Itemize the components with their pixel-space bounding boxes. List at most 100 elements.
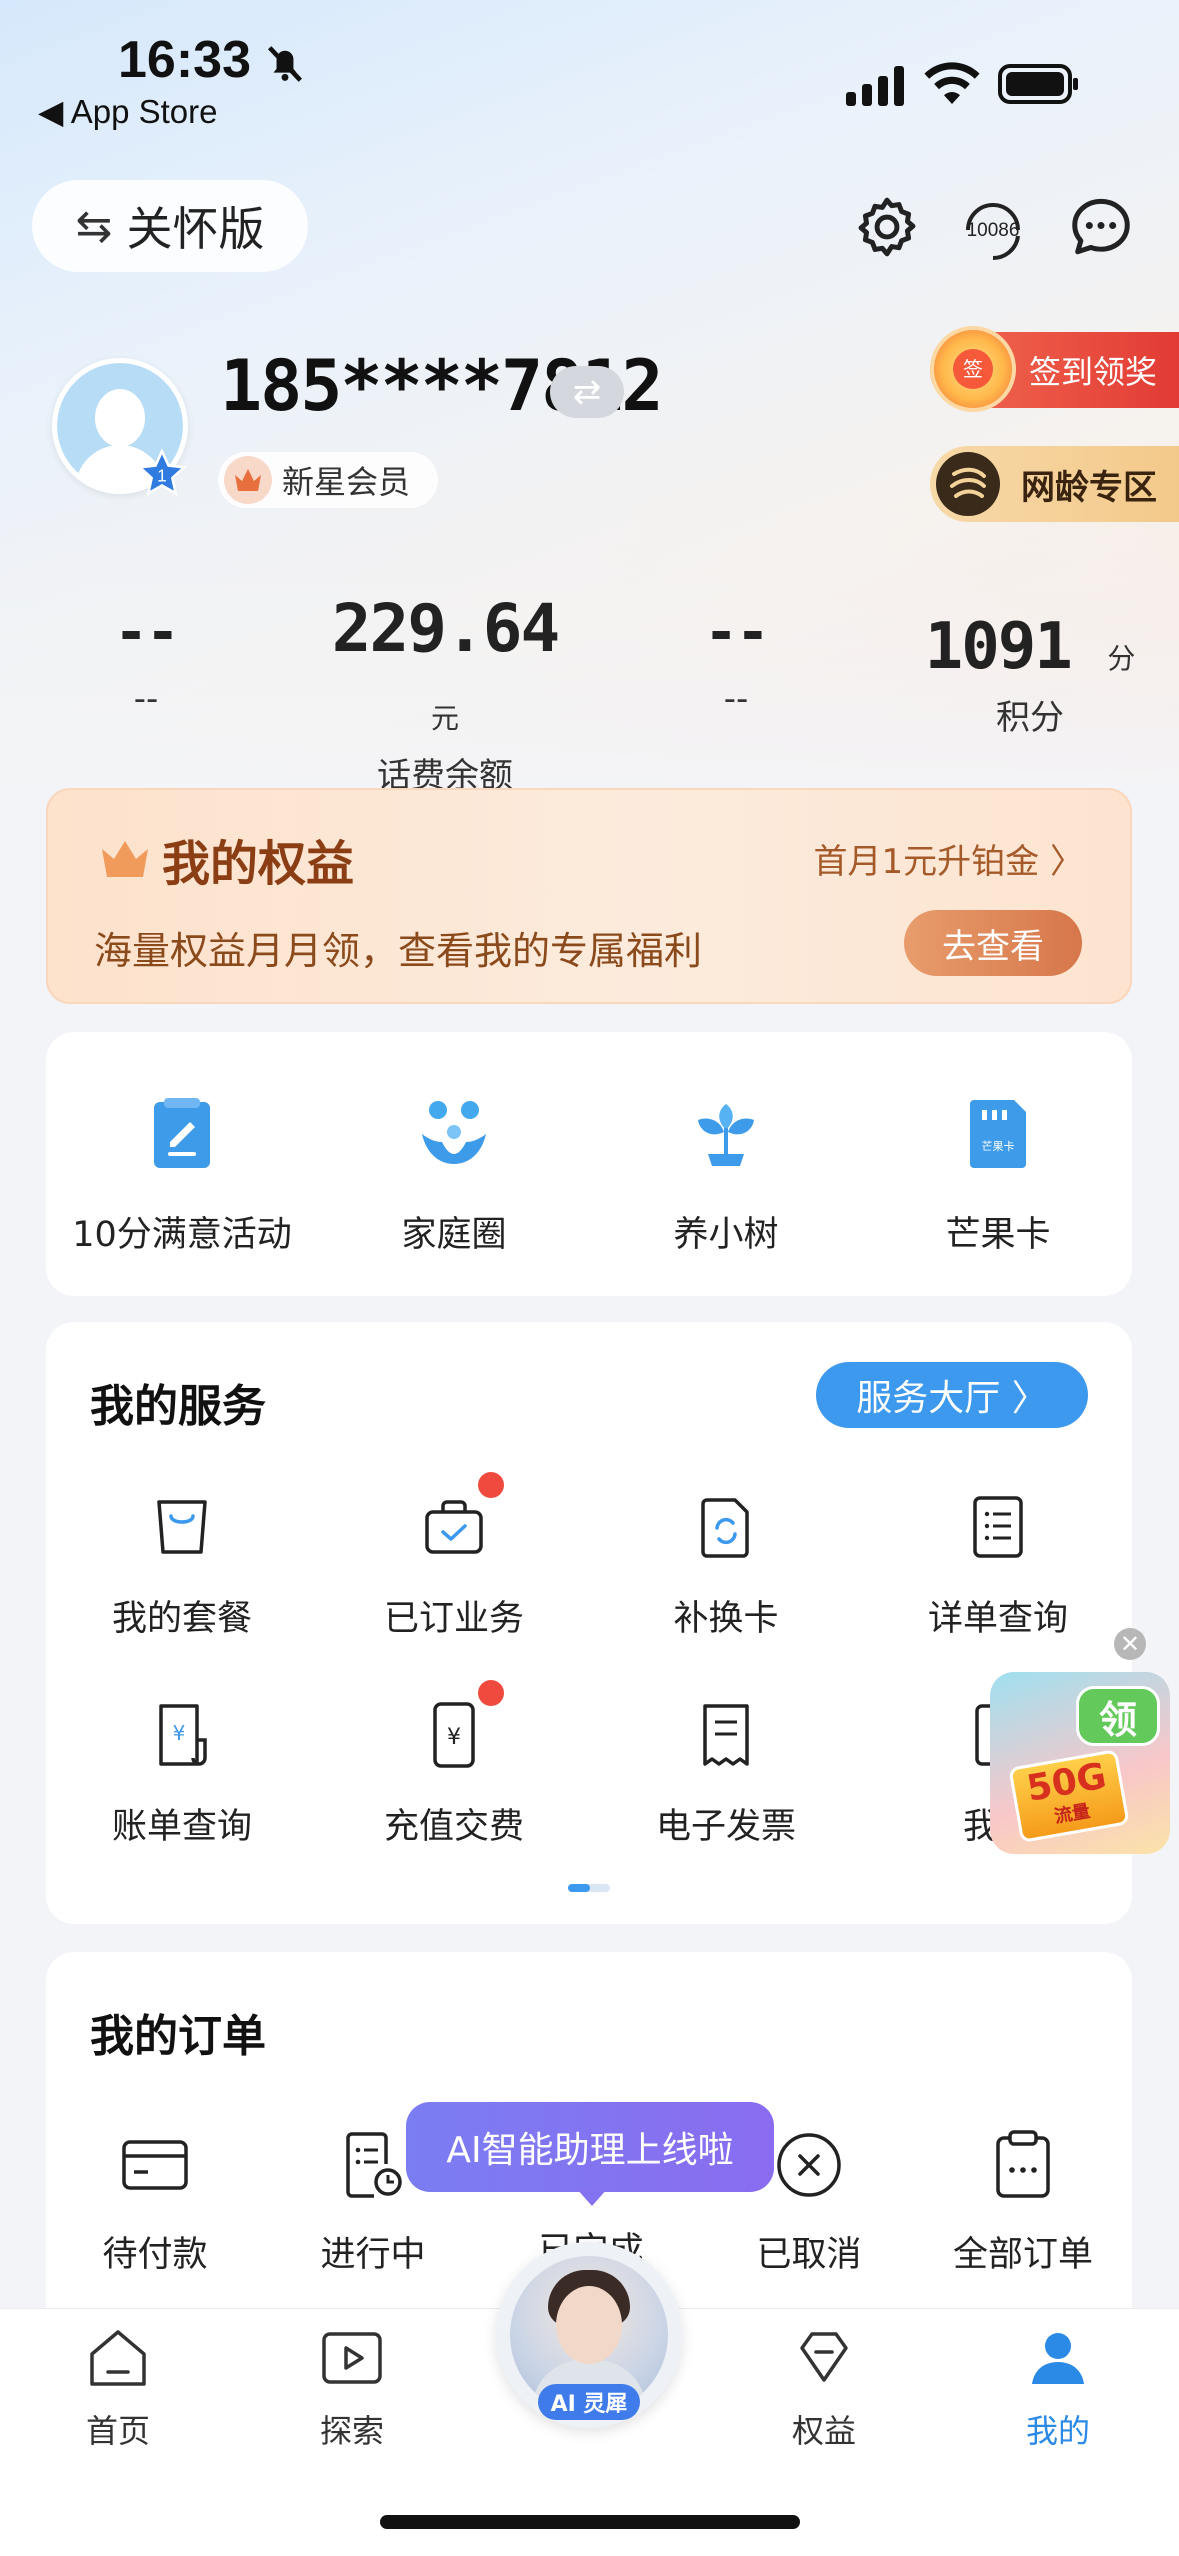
stat-points[interactable]: 1091 分 积分 — [920, 610, 1140, 739]
stat-balance[interactable]: 229.64 元 话费余额 — [300, 590, 590, 797]
service-recharge[interactable]: ¥ 充值交费 — [318, 1680, 590, 1849]
tile-grow-tree[interactable]: 养小树 — [590, 1092, 862, 1257]
service-hall-button[interactable]: 服务大厅 〉 — [816, 1362, 1088, 1428]
service-replace-sim[interactable]: 补换卡 — [590, 1492, 862, 1641]
sim-swap-icon — [701, 1498, 749, 1558]
order-label: 已取消 — [756, 2235, 862, 2275]
notification-dot — [478, 1680, 504, 1706]
sign-medal-text: 签 — [963, 357, 983, 381]
tooltip-tail — [576, 2188, 608, 2206]
tab-explore[interactable]: 探索 — [252, 2322, 452, 2452]
status-time: 16:33 — [118, 31, 251, 89]
order-all[interactable]: 全部订单 — [914, 2128, 1132, 2277]
tile-label: 芒果卡 — [945, 1215, 1051, 1255]
china-mobile-logo-icon — [936, 452, 1000, 516]
bell-muted-icon — [267, 46, 303, 82]
order-label: 全部订单 — [952, 2235, 1093, 2275]
service-bill-query[interactable]: ¥ 账单查询 — [46, 1700, 318, 1849]
services-title: 我的服务 — [90, 1381, 266, 1432]
close-ad-icon[interactable]: ✕ — [1114, 1628, 1146, 1660]
list-doc-icon — [973, 1496, 1023, 1558]
service-label: 电子发票 — [655, 1807, 796, 1847]
my-benefits-card[interactable]: 我的权益 首月1元升铂金 〉 海量权益月月领，查看我的专属福利 去查看 — [46, 788, 1132, 1004]
member-badge[interactable]: 新星会员 — [218, 452, 438, 508]
points-unit: 分 — [1107, 642, 1136, 675]
tab-benefits[interactable]: 权益 — [724, 2322, 924, 2452]
ai-assistant-label: AI 灵犀 — [538, 2384, 640, 2420]
home-indicator — [380, 2515, 800, 2529]
doc-clock-icon — [346, 2132, 402, 2198]
platinum-upgrade-link[interactable]: 首月1元升铂金 〉 — [814, 834, 1084, 883]
cancel-circle-icon — [777, 2133, 841, 2197]
signal-icon — [846, 66, 904, 106]
tab-label: 首页 — [85, 2412, 150, 2450]
level-number: 1 — [157, 466, 167, 486]
tile-family[interactable]: 家庭圈 — [318, 1092, 590, 1257]
level-star-icon: 1 — [136, 448, 188, 496]
order-label: 待付款 — [102, 2235, 208, 2275]
clipboard-icon — [996, 2130, 1050, 2198]
tab-label: 权益 — [791, 2412, 856, 2450]
family-icon — [422, 1101, 486, 1164]
customer-service-icon[interactable]: 10086 — [958, 192, 1028, 262]
tab-mine[interactable]: 我的 — [958, 2322, 1158, 2452]
page-indicator-active — [568, 1884, 590, 1892]
tile-label: 家庭圈 — [401, 1215, 507, 1255]
play-icon — [322, 2332, 382, 2384]
stat-label: -- — [133, 679, 159, 719]
floating-data-ad[interactable]: 领 50G 流量 — [990, 1672, 1170, 1854]
svg-text:¥: ¥ — [447, 1725, 461, 1750]
service-label: 账单查询 — [111, 1807, 252, 1847]
notification-dot — [478, 1472, 504, 1498]
sim-card-icon: 芒果卡 — [970, 1100, 1026, 1168]
tile-mango-card[interactable]: 芒果卡 芒果卡 — [862, 1092, 1134, 1257]
my-services-card: 我的服务 服务大厅 〉 我的套餐 已订业务 补换卡 详单查询 ¥ 账单查询 ¥ … — [46, 1322, 1132, 1924]
crown-icon — [102, 841, 148, 877]
service-detail-query[interactable]: 详单查询 — [862, 1492, 1134, 1641]
stat-item-1[interactable]: -- -- — [66, 600, 226, 719]
points-label: 积分 — [996, 698, 1064, 738]
benefits-subtitle: 海量权益月月领，查看我的专属福利 — [94, 929, 703, 973]
card-icon — [122, 2140, 188, 2190]
svg-text:¥: ¥ — [173, 1721, 186, 1745]
switch-arrows-icon: ⇆ — [75, 200, 113, 252]
shopping-bag-icon — [157, 1500, 207, 1554]
stat-value: -- — [114, 600, 179, 665]
settings-gear-icon[interactable] — [852, 192, 922, 262]
claim-badge: 领 — [1076, 1686, 1160, 1746]
view-benefits-button[interactable]: 去查看 — [904, 910, 1082, 976]
back-to-app-store[interactable]: ◀ App Store — [38, 92, 218, 131]
ai-assistant-tooltip[interactable]: AI智能助理上线啦 — [406, 2102, 774, 2192]
service-label: 详单查询 — [927, 1599, 1068, 1639]
service-my-plan[interactable]: 我的套餐 — [46, 1492, 318, 1641]
data-gift-badge: 50G 流量 — [1008, 1749, 1130, 1843]
network-age-label: 网龄专区 — [1021, 467, 1157, 508]
diamond-icon — [800, 2332, 848, 2382]
crown-icon — [224, 456, 272, 504]
stat-label: -- — [723, 679, 749, 719]
order-pending-payment[interactable]: 待付款 — [46, 2128, 264, 2277]
tile-satisfaction[interactable]: 10分满意活动 — [46, 1092, 318, 1257]
invoice-icon — [703, 1704, 749, 1766]
care-mode-button[interactable]: ⇆ 关怀版 — [32, 180, 308, 272]
message-bubble-icon[interactable] — [1066, 192, 1136, 262]
person-icon — [1032, 2333, 1084, 2384]
quick-actions-card: 10分满意活动 家庭圈 养小树 芒果卡 芒果卡 — [46, 1032, 1132, 1296]
tab-home[interactable]: 首页 — [18, 2322, 218, 2452]
service-e-invoice[interactable]: 电子发票 — [590, 1700, 862, 1849]
stat-item-3[interactable]: -- -- — [656, 600, 816, 719]
sprout-icon — [698, 1104, 754, 1166]
home-icon — [90, 2330, 146, 2386]
wifi-icon — [924, 62, 980, 104]
tile-label: 养小树 — [673, 1215, 779, 1255]
switch-account-icon[interactable]: ⇄ — [550, 366, 624, 418]
service-label: 充值交费 — [383, 1807, 524, 1847]
balance-unit: 元 — [430, 702, 459, 735]
sim-card-text: 芒果卡 — [982, 1140, 1015, 1153]
tab-label: 探索 — [319, 2412, 384, 2450]
sign-in-medal-icon: 签 — [930, 326, 1016, 412]
service-subscribed[interactable]: 已订业务 — [318, 1472, 590, 1641]
phone-yen-icon: ¥ — [433, 1702, 475, 1768]
tab-label: 我的 — [1025, 2412, 1090, 2450]
service-label: 已订业务 — [383, 1599, 524, 1639]
